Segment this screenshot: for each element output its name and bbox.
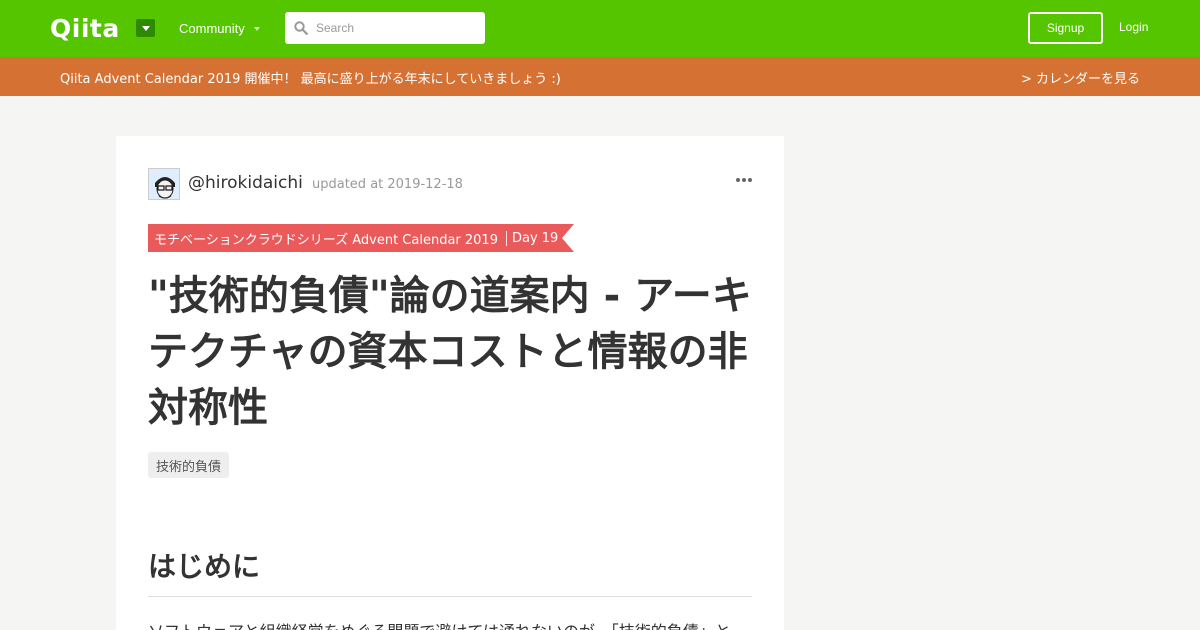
qiita-logo[interactable]: Qiita xyxy=(50,14,120,43)
top-navbar: Qiita Community Signup Login xyxy=(0,0,1200,57)
updated-date: updated at 2019-12-18 xyxy=(312,177,463,192)
search-icon xyxy=(294,21,308,35)
logo-dropdown-button[interactable] xyxy=(136,19,155,37)
ribbon-divider xyxy=(505,230,507,246)
search-box[interactable] xyxy=(285,12,485,44)
chevron-down-icon xyxy=(253,26,260,31)
article-title: "技術的負債"論の道案内 - アーキテクチャの資本コストと情報の非対称性 xyxy=(148,273,752,431)
login-link[interactable]: Login xyxy=(1119,20,1148,34)
community-label: Community xyxy=(179,21,245,36)
advent-calendar-banner: Qiita Advent Calendar 2019 開催中！ 最高に盛り上がる… xyxy=(0,57,1200,96)
avatar-image xyxy=(149,169,179,199)
author-username[interactable]: @hirokidaichi xyxy=(188,173,303,193)
tag-chip[interactable]: 技術的負債 xyxy=(148,452,230,478)
article-paragraph: ソフトウェアと組織経営をめぐる問題で避けては通れないのが、「技術的負債」と xyxy=(148,618,752,630)
calendar-name: モチベーションクラウドシリーズ Advent Calendar 2019 xyxy=(154,232,498,248)
search-input[interactable] xyxy=(316,12,476,44)
view-calendar-link[interactable]: > カレンダーを見る xyxy=(1021,68,1140,87)
banner-message: Qiita Advent Calendar 2019 開催中！ 最高に盛り上がる… xyxy=(60,72,561,87)
section-heading: はじめに xyxy=(148,546,752,597)
more-options-icon[interactable] xyxy=(736,178,752,182)
ribbon-tail xyxy=(562,224,575,252)
article-card: @hirokidaichi updated at 2019-12-18 モチベー… xyxy=(116,136,784,630)
calendar-day: Day 19 xyxy=(511,230,559,246)
community-menu[interactable]: Community xyxy=(179,21,260,36)
author-avatar[interactable] xyxy=(148,168,180,200)
caret-down-icon xyxy=(141,25,150,31)
signup-button[interactable]: Signup xyxy=(1028,12,1103,44)
advent-calendar-ribbon[interactable]: モチベーションクラウドシリーズ Advent Calendar 2019 Day… xyxy=(148,224,575,252)
